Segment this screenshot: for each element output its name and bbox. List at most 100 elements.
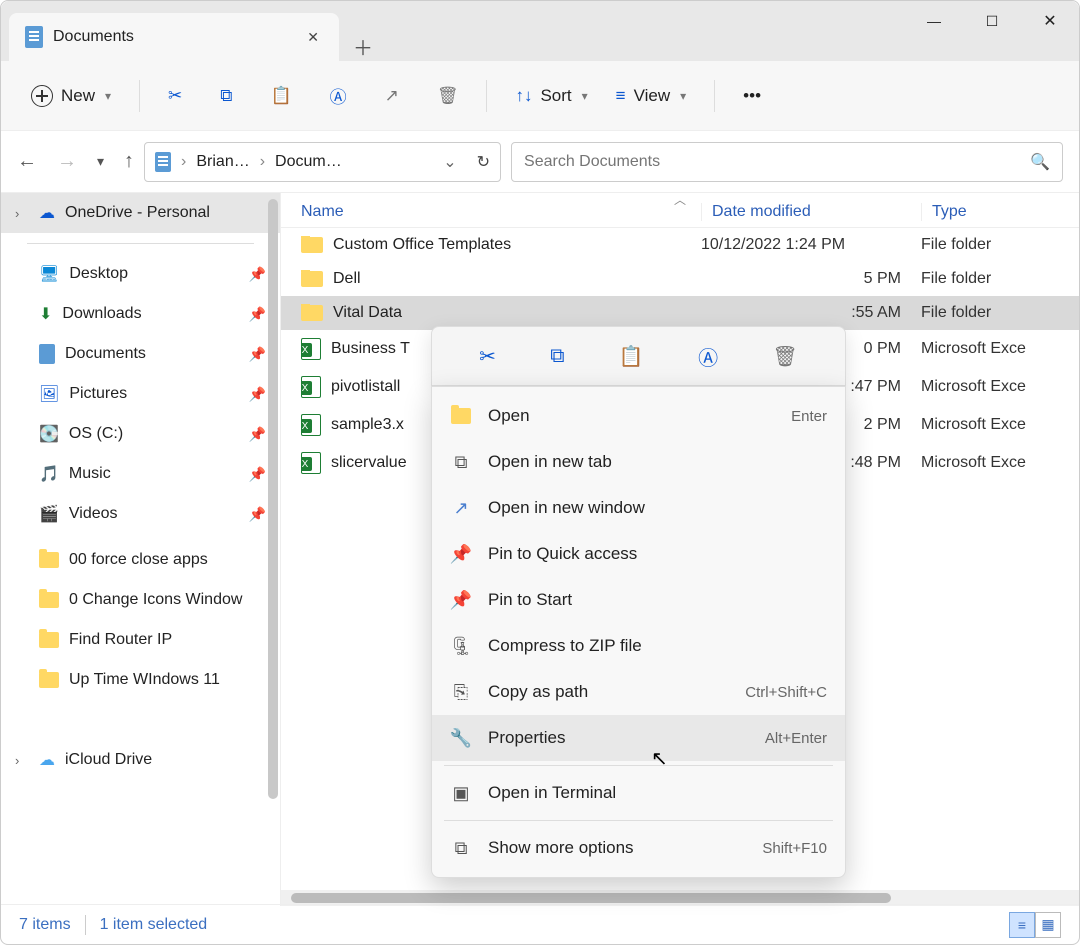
file-name: slicervalue xyxy=(331,454,407,472)
sidebar-item-onedrive[interactable]: › ☁ OneDrive - Personal xyxy=(1,193,280,233)
plus-icon xyxy=(31,85,53,107)
search-bar[interactable]: 🔍 xyxy=(511,142,1063,182)
ctx-pin-quick-access[interactable]: 📌Pin to Quick access xyxy=(432,531,845,577)
column-header-name[interactable]: Name xyxy=(301,203,701,221)
excel-icon xyxy=(301,338,321,360)
path-icon: ⎘ xyxy=(450,682,472,703)
excel-icon xyxy=(301,414,321,436)
up-button[interactable]: ↑ xyxy=(124,150,134,173)
rename-button[interactable]: Ⓐ xyxy=(698,342,718,371)
ctx-pin-start[interactable]: 📌Pin to Start xyxy=(432,577,845,623)
ctx-open-new-tab[interactable]: ⧉Open in new tab xyxy=(432,439,845,485)
selection-count: 1 item selected xyxy=(100,916,208,934)
file-type: Microsoft Exce xyxy=(921,378,1059,396)
address-bar[interactable]: › Brian… › Docum… ⌄ ↻ xyxy=(144,142,501,182)
folder-icon xyxy=(39,672,59,688)
chevron-up-icon[interactable]: ︿ xyxy=(674,193,686,208)
file-name: pivotlistall xyxy=(331,378,400,396)
document-icon xyxy=(25,26,43,48)
recent-dropdown[interactable]: ▾ xyxy=(97,153,104,170)
sidebar-item-videos[interactable]: 🎬Videos📌 xyxy=(1,494,280,534)
back-button[interactable]: ← xyxy=(17,150,37,173)
ctx-copy-as-path[interactable]: ⎘Copy as pathCtrl+Shift+C xyxy=(432,669,845,715)
folder-icon xyxy=(39,552,59,568)
icons-view-button[interactable]: ▦ xyxy=(1035,912,1061,938)
minimize-button[interactable]: — xyxy=(905,1,963,41)
breadcrumb-seg[interactable]: Brian… xyxy=(196,153,249,171)
paste-button[interactable]: 📋 xyxy=(619,344,644,369)
delete-button[interactable]: 🗑 xyxy=(427,80,469,112)
paste-button[interactable]: 📋 xyxy=(260,80,301,112)
ctx-properties[interactable]: 🔧PropertiesAlt+Enter xyxy=(432,715,845,761)
pictures-icon: 🖼 xyxy=(39,384,59,404)
context-menu: OpenEnter ⧉Open in new tab ↗Open in new … xyxy=(431,386,846,878)
sidebar-item-icloud[interactable]: ›☁iCloud Drive xyxy=(1,740,280,780)
sort-icon: ↑↓ xyxy=(515,86,532,106)
maximize-button[interactable]: ☐ xyxy=(963,1,1021,41)
new-button[interactable]: New ▾ xyxy=(21,79,121,113)
sidebar-item-folder[interactable]: Find Router IP xyxy=(1,620,280,660)
new-tab-icon: ⧉ xyxy=(450,452,472,473)
rename-button[interactable]: Ⓐ xyxy=(320,77,357,114)
chevron-right-icon: › xyxy=(15,206,29,221)
sidebar-item-folder[interactable]: 0 Change Icons Window xyxy=(1,580,280,620)
forward-button[interactable]: → xyxy=(57,150,77,173)
copy-button[interactable]: ⧉ xyxy=(550,345,564,368)
refresh-button[interactable]: ↻ xyxy=(477,152,490,172)
sidebar-item-pictures[interactable]: 🖼Pictures📌 xyxy=(1,374,280,414)
sidebar-item-documents[interactable]: Documents📌 xyxy=(1,334,280,374)
desktop-icon: 🖥 xyxy=(39,264,59,284)
file-type: Microsoft Exce xyxy=(921,454,1059,472)
share-button[interactable]: ↗ xyxy=(375,80,409,112)
delete-button[interactable]: 🗑 xyxy=(772,344,797,369)
sidebar-item-folder[interactable]: 00 force close apps xyxy=(1,540,280,580)
cut-button[interactable]: ✂ xyxy=(158,80,192,112)
more-button[interactable]: ••• xyxy=(733,80,771,112)
trash-icon: 🗑 xyxy=(437,86,459,106)
file-row[interactable]: Custom Office Templates10/12/2022 1:24 P… xyxy=(281,228,1079,262)
search-icon[interactable]: 🔍 xyxy=(1030,152,1050,172)
file-row[interactable]: Vital Data:55 AMFile folder xyxy=(281,296,1079,330)
ctx-compress-zip[interactable]: 🗜Compress to ZIP file xyxy=(432,623,845,669)
share-icon: ↗ xyxy=(385,86,399,106)
ctx-show-more[interactable]: ⧉Show more optionsShift+F10 xyxy=(432,825,845,871)
column-header-date[interactable]: Date modified xyxy=(701,203,921,221)
folder-icon xyxy=(39,632,59,648)
sidebar-item-osc[interactable]: 💽OS (C:)📌 xyxy=(1,414,280,454)
command-toolbar: New ▾ ✂ ⧉ 📋 Ⓐ ↗ 🗑 ↑↓ Sort ▾ ≡ View ▾ ••• xyxy=(1,61,1079,131)
close-tab-icon[interactable]: ✕ xyxy=(307,29,319,46)
ctx-open-new-window[interactable]: ↗Open in new window xyxy=(432,485,845,531)
context-mini-toolbar: ✂ ⧉ 📋 Ⓐ 🗑 xyxy=(431,326,846,386)
copy-button[interactable]: ⧉ xyxy=(210,80,242,112)
file-name: sample3.x xyxy=(331,416,404,434)
tab-documents[interactable]: Documents ✕ xyxy=(9,13,339,61)
new-tab-button[interactable]: ＋ xyxy=(339,32,387,61)
breadcrumb-seg[interactable]: Docum… xyxy=(275,153,342,171)
folder-icon xyxy=(301,237,323,253)
folder-icon xyxy=(39,592,59,608)
title-bar: Documents ✕ ＋ — ☐ ✕ xyxy=(1,1,1079,61)
sidebar-item-folder[interactable]: Up Time WIndows 11 xyxy=(1,660,280,700)
item-count: 7 items xyxy=(19,916,71,934)
excel-icon xyxy=(301,376,321,398)
onedrive-icon: ☁ xyxy=(39,203,55,223)
tab-title: Documents xyxy=(53,28,297,46)
chevron-down-icon[interactable]: ⌄ xyxy=(443,152,456,172)
ctx-open-terminal[interactable]: ▣Open in Terminal xyxy=(432,770,845,816)
view-button[interactable]: ≡ View ▾ xyxy=(606,80,697,112)
scrollbar-thumb[interactable] xyxy=(291,893,891,903)
ellipsis-icon: ••• xyxy=(743,86,761,106)
scrollbar-thumb[interactable] xyxy=(268,199,278,799)
document-icon xyxy=(39,344,55,364)
sidebar-item-music[interactable]: 🎵Music📌 xyxy=(1,454,280,494)
sidebar-item-downloads[interactable]: ⬇Downloads📌 xyxy=(1,294,280,334)
sidebar-item-desktop[interactable]: 🖥Desktop📌 xyxy=(1,254,280,294)
sort-button[interactable]: ↑↓ Sort ▾ xyxy=(505,80,597,112)
column-header-type[interactable]: Type xyxy=(921,203,1059,221)
search-input[interactable] xyxy=(524,153,1030,171)
ctx-open[interactable]: OpenEnter xyxy=(432,393,845,439)
close-window-button[interactable]: ✕ xyxy=(1021,1,1079,41)
details-view-button[interactable]: ≡ xyxy=(1009,912,1035,938)
cut-button[interactable]: ✂ xyxy=(479,344,496,369)
file-row[interactable]: Dell5 PMFile folder xyxy=(281,262,1079,296)
